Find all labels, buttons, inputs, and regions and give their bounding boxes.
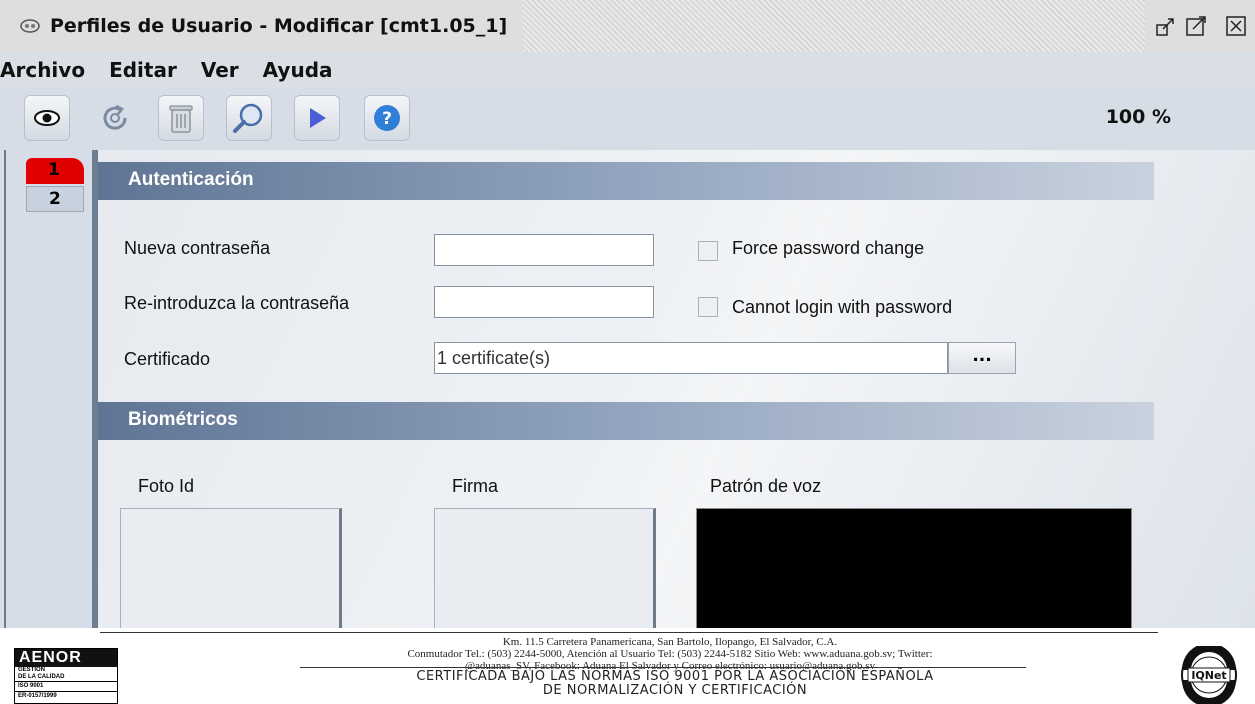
tab-1[interactable]: 1 bbox=[26, 158, 84, 184]
section-title: Biométricos bbox=[128, 409, 238, 430]
aenor-register: ER-0157/1999 bbox=[15, 691, 117, 701]
refresh-button[interactable] bbox=[92, 95, 138, 141]
view-button[interactable] bbox=[24, 95, 70, 141]
address-line: Conmutador Tel.: (503) 2244-5000, Atenci… bbox=[407, 648, 933, 660]
certification-text: CERTIFICADA BAJO LAS NORMAS ISO 9001 POR… bbox=[240, 670, 1110, 698]
voice-pattern-label: Patrón de voz bbox=[710, 476, 822, 496]
certificate-label: Certificado bbox=[124, 349, 211, 369]
voice-pattern-box[interactable] bbox=[696, 508, 1132, 628]
eye-icon bbox=[34, 110, 60, 126]
title-bar: Perfiles de Usuario - Modificar [cmt1.05… bbox=[0, 0, 1255, 52]
certification-line: DE NORMALIZACIÓN Y CERTIFICACIÓN bbox=[542, 683, 808, 698]
photo-id-box[interactable] bbox=[120, 508, 342, 628]
play-icon bbox=[310, 108, 326, 128]
iqnet-wordmark: IQNet bbox=[1191, 669, 1226, 682]
window-title: Perfiles de Usuario - Modificar [cmt1.05… bbox=[50, 15, 508, 37]
force-password-change-checkbox[interactable] bbox=[698, 241, 718, 261]
document-footer: AENOR GESTIÓN DE LA CALIDAD ISO 9001 ER-… bbox=[0, 628, 1255, 704]
address-line: Km. 11.5 Carretera Panamericana, San Bar… bbox=[502, 636, 838, 648]
search-button[interactable] bbox=[226, 95, 272, 141]
section-title: Autenticación bbox=[128, 169, 254, 190]
iqnet-logo: IQNet bbox=[1181, 646, 1237, 704]
new-password-field[interactable] bbox=[434, 234, 654, 266]
certificate-input[interactable] bbox=[435, 343, 947, 373]
close-icon[interactable] bbox=[1225, 15, 1247, 37]
menu-bar: Archivo Editar Ver Ayuda bbox=[0, 52, 1255, 88]
play-button[interactable] bbox=[294, 95, 340, 141]
certification-line: CERTIFICADA BAJO LAS NORMAS ISO 9001 POR… bbox=[416, 669, 934, 684]
divider bbox=[100, 632, 1158, 633]
menu-ayuda[interactable]: Ayuda bbox=[263, 58, 333, 82]
trash-icon bbox=[169, 105, 193, 133]
photo-id-label: Foto Id bbox=[138, 476, 195, 496]
menu-editar[interactable]: Editar bbox=[109, 58, 177, 82]
tab-strip: 1 2 bbox=[0, 150, 92, 628]
divider bbox=[4, 150, 6, 628]
divider bbox=[300, 667, 1026, 668]
help-icon: ? bbox=[374, 105, 400, 131]
section-autenticacion: Autenticación bbox=[98, 162, 1154, 200]
new-password-input[interactable] bbox=[435, 235, 653, 265]
menu-archivo[interactable]: Archivo bbox=[0, 58, 85, 82]
signature-label: Firma bbox=[452, 476, 498, 496]
force-password-change-label: Force password change bbox=[732, 238, 925, 258]
svg-text:?: ? bbox=[382, 109, 392, 129]
maximize-icon[interactable] bbox=[1185, 15, 1207, 37]
aenor-text: DE LA CALIDAD bbox=[18, 674, 65, 680]
delete-button[interactable] bbox=[158, 95, 204, 141]
app-window: Perfiles de Usuario - Modificar [cmt1.05… bbox=[0, 0, 1255, 628]
reenter-password-input[interactable] bbox=[435, 287, 653, 317]
aenor-wordmark: AENOR bbox=[15, 649, 117, 667]
search-icon bbox=[233, 103, 263, 133]
minimize-icon[interactable] bbox=[1155, 15, 1177, 37]
new-password-label: Nueva contraseña bbox=[124, 238, 271, 258]
signature-box[interactable] bbox=[434, 508, 656, 628]
browse-certificate-button[interactable]: ... bbox=[948, 342, 1016, 374]
title-area: Perfiles de Usuario - Modificar [cmt1.05… bbox=[0, 0, 524, 52]
app-icon bbox=[20, 19, 40, 33]
reenter-password-label: Re-introduzca la contraseña bbox=[124, 293, 350, 313]
zoom-level: 100 % bbox=[1105, 106, 1171, 128]
toolbar: ? 100 % bbox=[0, 88, 1255, 150]
aenor-standard: ISO 9001 bbox=[15, 681, 117, 691]
refresh-icon bbox=[103, 104, 127, 130]
form-panel: Autenticación Nueva contraseña Force pas… bbox=[92, 150, 1255, 628]
section-biometricos: Biométricos bbox=[98, 402, 1154, 440]
cannot-login-label: Cannot login with password bbox=[732, 297, 953, 317]
tab-2[interactable]: 2 bbox=[26, 186, 84, 212]
cannot-login-checkbox[interactable] bbox=[698, 297, 718, 317]
certificate-field[interactable] bbox=[434, 342, 948, 374]
aenor-logo: AENOR GESTIÓN DE LA CALIDAD ISO 9001 ER-… bbox=[14, 648, 118, 704]
window-controls bbox=[1145, 0, 1255, 52]
menu-ver[interactable]: Ver bbox=[201, 58, 239, 82]
help-button[interactable]: ? bbox=[364, 95, 410, 141]
reenter-password-field[interactable] bbox=[434, 286, 654, 318]
aenor-text: GESTIÓN bbox=[18, 667, 46, 673]
